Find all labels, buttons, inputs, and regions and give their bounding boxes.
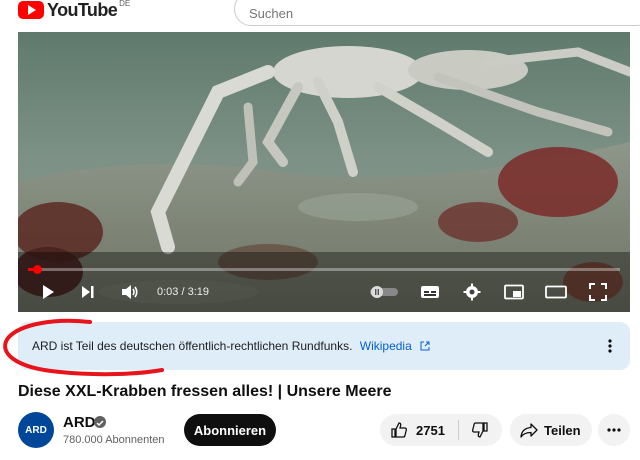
divider <box>458 420 459 440</box>
wikipedia-link[interactable]: Wikipedia <box>360 339 412 353</box>
progress-scrubber[interactable] <box>33 265 42 274</box>
time-display: 0:03 / 3:19 <box>157 286 209 298</box>
share-label: Teilen <box>544 422 581 438</box>
avatar-text: ARD <box>25 424 47 436</box>
next-icon <box>82 286 94 298</box>
channel-name[interactable]: ARD <box>63 414 96 431</box>
volume-icon <box>122 285 138 299</box>
info-panel-text: ARD ist Teil des deutschen öffentlich-re… <box>32 339 430 354</box>
share-button[interactable]: Teilen <box>510 414 592 446</box>
play-button[interactable] <box>36 280 60 304</box>
more-vert-icon <box>608 339 612 353</box>
top-bar: YouTube DE <box>0 0 640 30</box>
thumbs-down-icon <box>471 422 488 438</box>
region-label: DE <box>119 0 131 8</box>
external-link-icon <box>420 340 430 354</box>
dislike-button[interactable] <box>460 414 500 446</box>
subscriber-count: 780.000 Abonnenten <box>63 434 165 446</box>
search-input[interactable] <box>249 0 639 21</box>
verified-badge-icon <box>94 416 106 428</box>
subscribe-button[interactable]: Abonnieren <box>184 414 276 446</box>
logo-text: YouTube <box>47 0 118 20</box>
progress-bar[interactable] <box>28 265 620 274</box>
thumbs-up-icon <box>391 422 408 438</box>
theater-icon <box>545 285 567 299</box>
player-controls: 0:03 / 3:19 <box>18 276 630 308</box>
share-arrow-icon <box>520 423 538 438</box>
like-dislike-group: 2751 <box>380 414 502 446</box>
channel-avatar[interactable]: ARD <box>18 412 54 448</box>
video-player[interactable]: 0:03 / 3:19 <box>18 32 630 312</box>
settings-button[interactable] <box>460 280 484 304</box>
like-count: 2751 <box>416 422 445 438</box>
next-button[interactable] <box>76 280 100 304</box>
info-panel-message: ARD ist Teil des deutschen öffentlich-re… <box>32 339 353 353</box>
video-title: Diese XXL-Krabben fressen alles! | Unser… <box>18 383 392 400</box>
search-box[interactable] <box>234 0 640 26</box>
info-panel: ARD ist Teil des deutschen öffentlich-re… <box>18 322 630 370</box>
miniplayer-button[interactable] <box>502 280 526 304</box>
more-actions-button[interactable] <box>598 414 630 446</box>
fullscreen-button[interactable] <box>586 280 610 304</box>
subtitles-icon <box>421 286 439 298</box>
miniplayer-icon <box>504 284 524 300</box>
fullscreen-icon <box>589 283 607 301</box>
play-icon <box>43 285 54 299</box>
youtube-logo[interactable]: YouTube DE <box>18 0 130 20</box>
youtube-play-logo-icon <box>18 1 44 19</box>
like-button[interactable]: 2751 <box>380 414 458 446</box>
theater-mode-button[interactable] <box>544 280 568 304</box>
info-panel-menu-button[interactable] <box>600 336 620 356</box>
volume-button[interactable] <box>118 280 142 304</box>
settings-icon <box>463 283 481 301</box>
more-horiz-icon <box>607 428 621 432</box>
autoplay-toggle[interactable] <box>368 280 400 304</box>
autoplay-toggle-icon <box>370 286 398 298</box>
subtitles-button[interactable] <box>418 280 442 304</box>
